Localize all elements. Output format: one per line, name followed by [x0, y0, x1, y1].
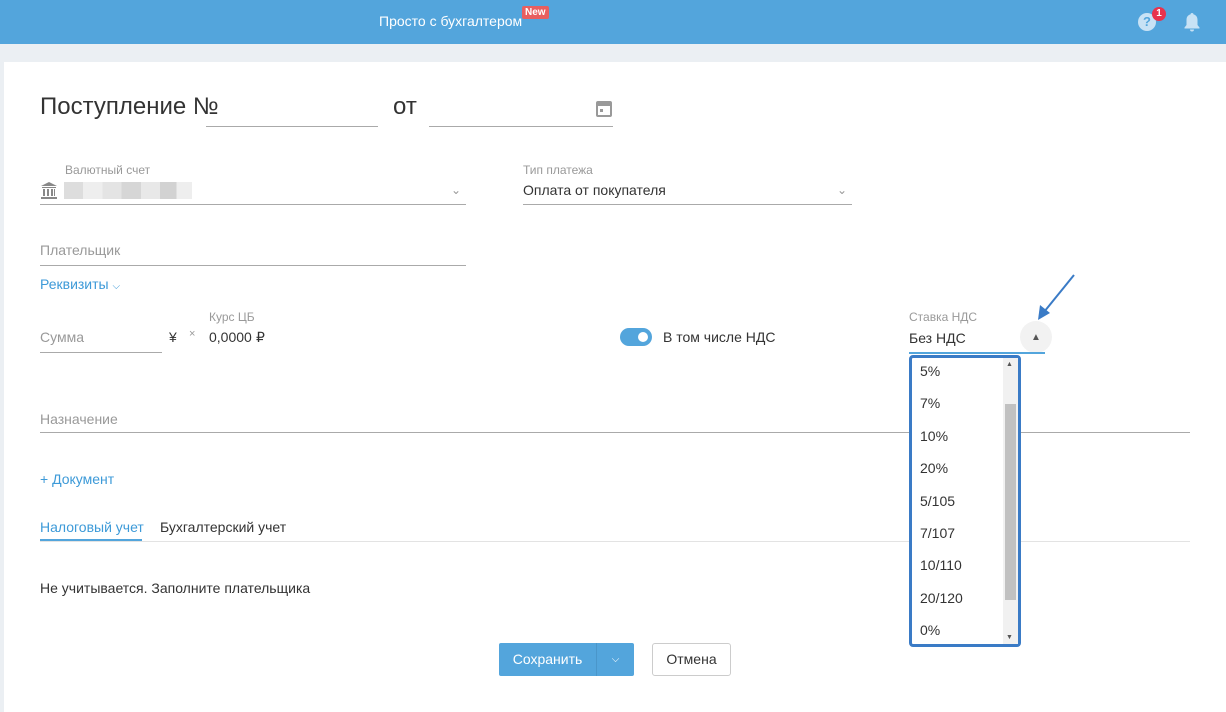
- vat-option[interactable]: 7/107: [920, 525, 955, 541]
- save-button-group: Сохранить ⌵: [499, 643, 634, 676]
- dropdown-scrollbar[interactable]: ▲ ▼: [1003, 358, 1018, 644]
- scroll-up-icon[interactable]: ▲: [1006, 361, 1013, 368]
- brand-link[interactable]: Просто с бухгалтером: [379, 13, 522, 29]
- help-badge: 1: [1152, 7, 1166, 21]
- rate-value: 0,0000: [209, 329, 252, 345]
- date-input[interactable]: [429, 126, 613, 127]
- tab-tax[interactable]: Налоговый учет: [40, 519, 144, 535]
- payment-type-select[interactable]: [523, 204, 852, 205]
- add-document-link[interactable]: + Документ: [40, 471, 114, 487]
- payer-input[interactable]: Плательщик: [40, 242, 120, 258]
- vat-rate-label: Ставка НДС: [909, 310, 978, 324]
- vat-rate-underline: [909, 352, 1045, 354]
- from-label: от: [393, 93, 417, 120]
- calendar-icon[interactable]: [596, 99, 612, 122]
- save-options-chevron-icon[interactable]: ⌵: [597, 643, 634, 676]
- currency-symbol: ¥: [169, 329, 177, 345]
- vat-option[interactable]: 5/105: [920, 493, 955, 509]
- save-button[interactable]: Сохранить: [499, 643, 596, 676]
- arrow-annotation: [1030, 272, 1080, 332]
- vat-rate-dropdown: 5% 7% 10% 20% 5/105 7/107 10/110 20/120 0% ▲ ▼: [909, 355, 1021, 647]
- form-card: [4, 62, 1226, 712]
- vat-option[interactable]: 20%: [920, 460, 948, 476]
- purpose-input[interactable]: Назначение: [40, 411, 118, 427]
- rate-currency: ₽: [256, 329, 265, 345]
- payer-underline: [40, 265, 466, 266]
- details-link[interactable]: Реквизиты ⌵: [40, 276, 120, 292]
- vat-option[interactable]: 7%: [920, 395, 940, 411]
- vat-included-label: В том числе НДС: [663, 329, 776, 345]
- tab-accounting[interactable]: Бухгалтерский учет: [160, 519, 286, 535]
- account-select[interactable]: [40, 204, 466, 205]
- scroll-down-icon[interactable]: ▼: [1006, 634, 1013, 641]
- amount-input[interactable]: Сумма: [40, 329, 84, 345]
- top-bar: [0, 0, 1226, 44]
- number-input[interactable]: [206, 126, 378, 127]
- rate-label: Курс ЦБ: [209, 310, 255, 324]
- vat-option[interactable]: 0%: [920, 622, 940, 638]
- scrollbar-thumb[interactable]: [1005, 404, 1016, 600]
- chevron-down-icon[interactable]: ⌄: [837, 183, 847, 197]
- bank-icon: [40, 181, 58, 204]
- bell-icon[interactable]: [1183, 12, 1201, 37]
- payment-type-value: Оплата от покупателя: [523, 182, 666, 198]
- multiply-icon: ×: [189, 328, 196, 340]
- new-badge: New: [522, 6, 549, 19]
- account-value-blurred: [64, 182, 192, 199]
- details-label: Реквизиты: [40, 276, 109, 292]
- page-title: Поступление №: [40, 93, 219, 120]
- vat-included-toggle[interactable]: [620, 328, 652, 346]
- vat-rate-value[interactable]: Без НДС: [909, 330, 966, 346]
- payment-type-label: Тип платежа: [523, 163, 593, 177]
- chevron-down-icon[interactable]: ⌄: [451, 183, 461, 197]
- chevron-down-icon: ⌵: [112, 281, 121, 292]
- vat-option[interactable]: 20/120: [920, 590, 963, 606]
- account-label: Валютный счет: [65, 163, 151, 177]
- vat-option[interactable]: 10%: [920, 428, 948, 444]
- amount-underline: [40, 352, 162, 353]
- vat-option[interactable]: 5%: [920, 363, 940, 379]
- vat-option[interactable]: 10/110: [920, 557, 962, 573]
- tab-message: Не учитывается. Заполните плательщика: [40, 580, 311, 596]
- cancel-button[interactable]: Отмена: [652, 643, 731, 676]
